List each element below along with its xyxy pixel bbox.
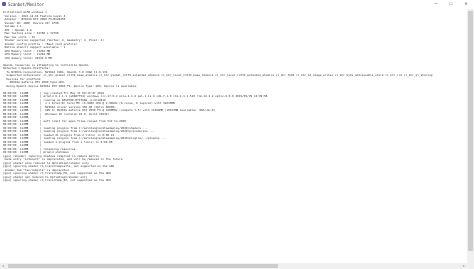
console-line: CPU memory limit: 32532.0 MB [3,55,52,60]
console-output[interactable]: Initialized GLFW windows 1 Version : 202… [3,11,465,261]
console-line: Supported extensions: cl_khr_global_int3… [3,73,433,77]
console-text: Initialized GLFW windows 1 Version : 202… [3,11,465,183]
scroll-left-arrow-icon[interactable]: ◂ [0,263,6,269]
console-line: Using OpenCL device NVIDIA RTX 2060 FS. … [3,83,138,88]
maximize-button[interactable]: ☐ [445,0,457,9]
window-title: Scanbot/Monitor [8,2,45,7]
close-button[interactable]: ✕ [460,0,472,9]
console-window: Scanbot/Monitor — ☐ ✕ Initialized GLFW w… [0,0,474,269]
minimize-button[interactable]: — [430,0,442,9]
app-icon [2,2,6,6]
vertical-scroll-thumb[interactable] [468,11,473,251]
console-line: [gpu] ignoring shader rh_tracerComp_BI, … [3,178,111,182]
horizontal-scroll-thumb[interactable] [8,264,278,268]
title-bar[interactable]: Scanbot/Monitor — ☐ ✕ [0,0,474,9]
scrollbar-corner [467,263,474,269]
horizontal-scrollbar[interactable]: ◂ ▸ [0,263,467,269]
vertical-scrollbar[interactable] [467,9,474,263]
